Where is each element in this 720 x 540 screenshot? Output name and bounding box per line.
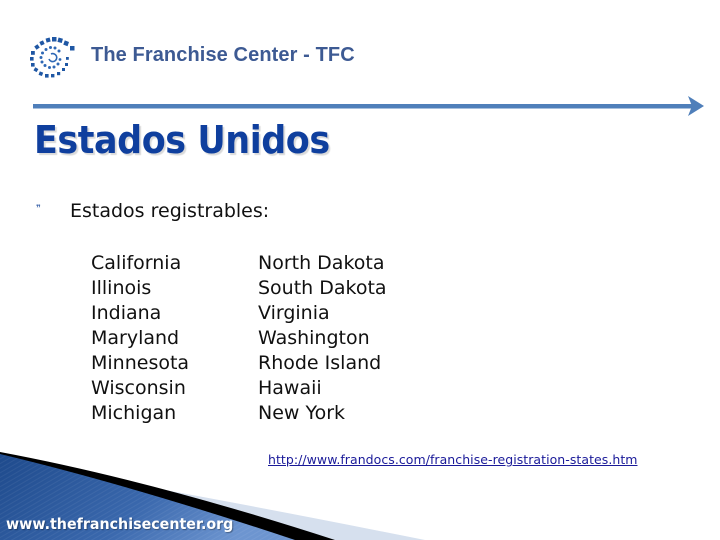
state-item: Hawaii [258, 377, 322, 399]
state-item: California [91, 252, 182, 274]
state-item: New York [258, 402, 346, 424]
state-item: Maryland [91, 327, 180, 349]
state-item: Virginia [258, 302, 330, 324]
state-item: Minnesota [91, 352, 190, 374]
bullet-quote-icon: ❞ [36, 203, 41, 214]
state-item: Michigan [91, 402, 177, 424]
footer-website-url: www.thefranchisecenter.org [6, 515, 234, 533]
slide-title: Estados Unidos [34, 118, 330, 162]
bullet-text: Estados registrables: [70, 200, 270, 222]
state-item: Illinois [91, 277, 152, 299]
state-item: Rhode Island [258, 352, 382, 374]
state-item: North Dakota [258, 252, 385, 274]
bullet-item: ❞ Estados registrables: [36, 200, 269, 222]
states-list-left: California Illinois Indiana Maryland Min… [91, 251, 189, 426]
state-item: Wisconsin [91, 377, 186, 399]
state-item: Washington [258, 327, 370, 349]
state-item: South Dakota [258, 277, 387, 299]
arrow-right-icon [33, 96, 704, 116]
spiral-dots-logo-icon [30, 37, 75, 78]
states-list-right: North Dakota South Dakota Virginia Washi… [258, 251, 387, 426]
brand-title: The Franchise Center - TFC [91, 44, 355, 66]
state-item: Indiana [91, 302, 162, 324]
